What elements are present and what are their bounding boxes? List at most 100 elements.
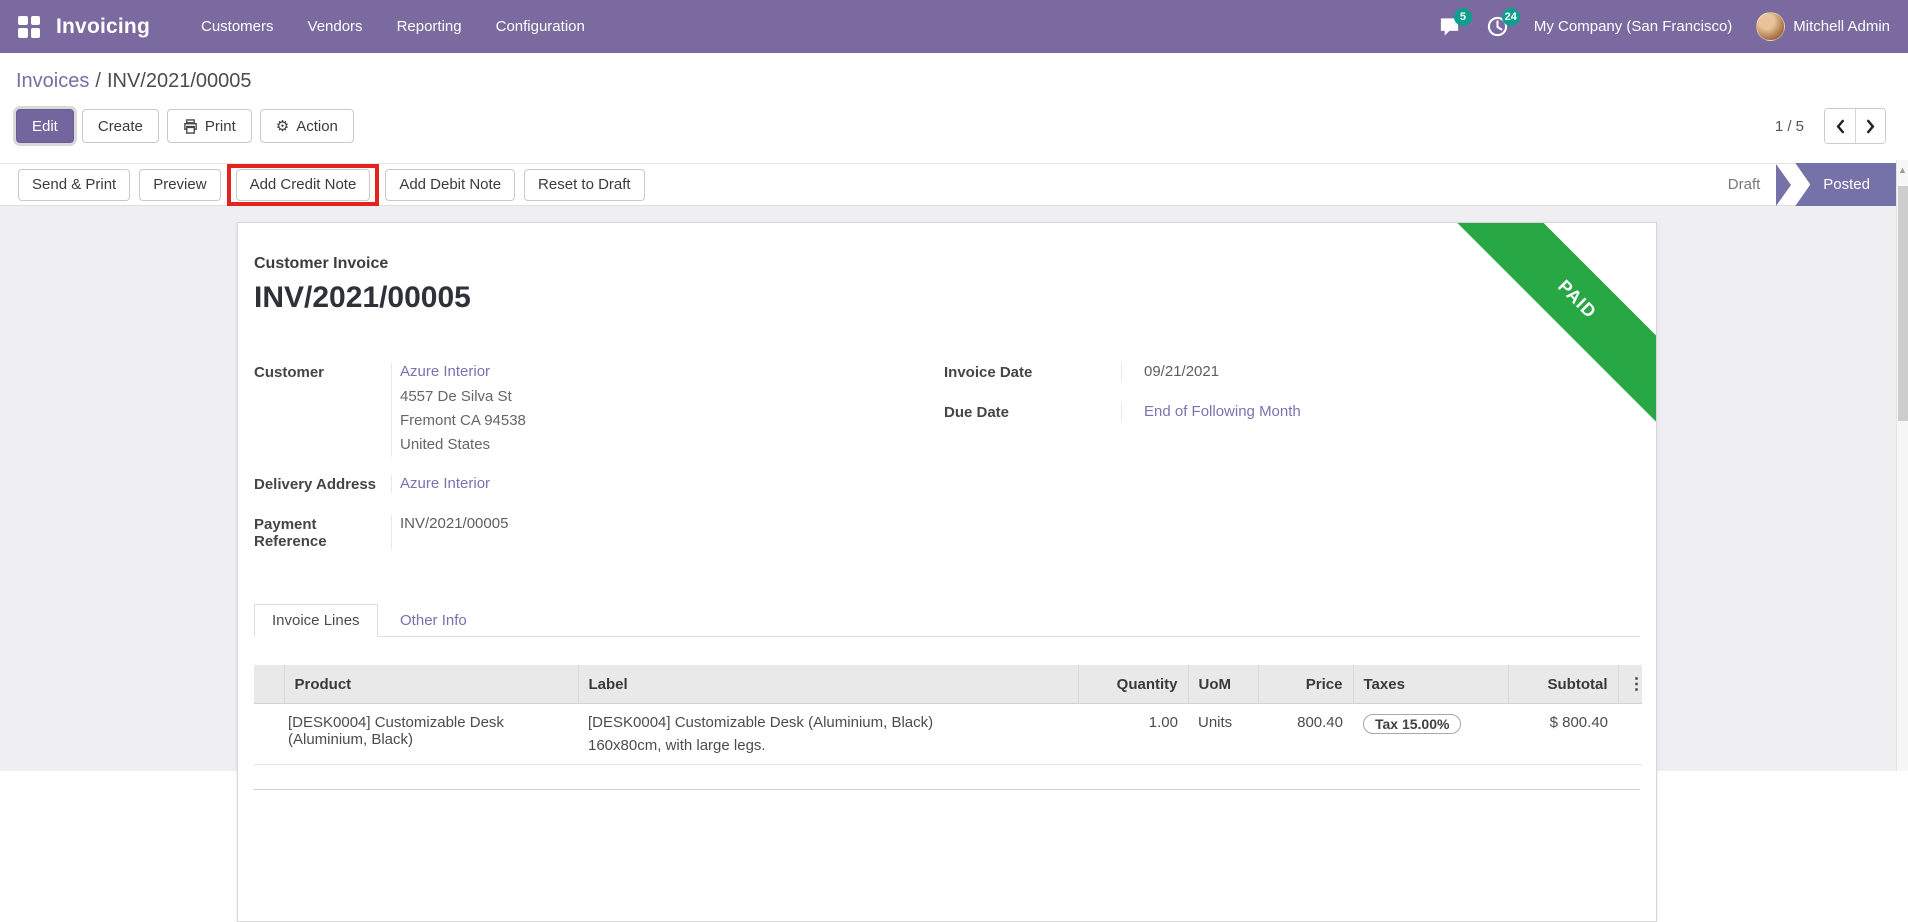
due-date-label: Due Date [944,403,1121,421]
statusbar: Send & Print Preview Add Credit Note Add… [0,163,1896,206]
payment-reference-value: INV/2021/00005 [391,515,944,550]
label-column-header[interactable]: Label [578,665,1078,704]
navbar-right: 5 24 My Company (San Francisco) Mitchell… [1438,12,1890,41]
payment-reference-field: Payment Reference INV/2021/00005 [254,515,944,550]
row-handle-cell [254,704,284,765]
scrollbar-thumb[interactable] [1898,186,1908,421]
invoice-date-value: 09/21/2021 [1121,363,1640,381]
gear-icon: ⚙ [276,117,289,135]
breadcrumb-current: INV/2021/00005 [107,70,252,92]
subtotal-column-header[interactable]: Subtotal [1508,665,1618,704]
invoice-sheet: PAID Customer Invoice INV/2021/00005 Cus… [237,222,1657,922]
nav-item-reporting[interactable]: Reporting [380,0,479,53]
taxes-column-header[interactable]: Taxes [1353,665,1508,704]
pager-count: 1 / 5 [1775,118,1804,135]
edit-button[interactable]: Edit [16,109,74,143]
app-name[interactable]: Invoicing [56,15,150,39]
scroll-up-icon[interactable]: ▲ [1897,160,1908,175]
delivery-address-field: Delivery Address Azure Interior [254,475,944,493]
print-button[interactable]: Print [167,109,252,143]
create-button[interactable]: Create [82,109,159,143]
delivery-address-link[interactable]: Azure Interior [400,475,490,492]
table-header-row: Product Label Quantity UoM Price Taxes S… [254,665,1642,704]
action-button[interactable]: ⚙ Action [260,109,354,143]
label-cell: [DESK0004] Customizable Desk (Aluminium,… [578,704,1078,765]
top-navbar: Invoicing Customers Vendors Reporting Co… [0,0,1908,53]
invoice-date-label: Invoice Date [944,363,1121,381]
messages-icon[interactable]: 5 [1438,15,1462,39]
fields-right-column: Invoice Date 09/21/2021 Due Date End of … [944,363,1640,568]
invoice-lines-table: Product Label Quantity UoM Price Taxes S… [254,665,1642,765]
red-annotation-box: Add Credit Note [227,164,380,206]
delivery-address-label: Delivery Address [254,475,391,493]
uom-cell: Units [1188,704,1258,765]
nav-item-customers[interactable]: Customers [184,0,291,53]
nav-menu: Customers Vendors Reporting Configuratio… [184,0,602,53]
notebook-tabs: Invoice Lines Other Info [254,604,1640,637]
invoice-fields: Customer Azure Interior 4557 De Silva St… [254,363,1640,568]
due-date-field: Due Date End of Following Month [944,403,1640,421]
chevron-left-icon [1835,119,1845,134]
customer-address: 4557 De Silva St Fremont CA 94538 United… [400,385,944,457]
taxes-cell: Tax 15.00% [1353,704,1508,765]
quantity-cell: 1.00 [1078,704,1188,765]
status-posted-badge[interactable]: Posted [1795,163,1896,206]
breadcrumb: Invoices/INV/2021/00005 [16,70,1890,93]
nav-item-vendors[interactable]: Vendors [291,0,380,53]
price-cell: 800.40 [1258,704,1353,765]
control-panel: Invoices/INV/2021/00005 Edit Create Prin… [0,53,1908,163]
pager-next-button[interactable] [1855,109,1885,143]
vertical-scrollbar[interactable]: ▲ [1896,160,1908,771]
customer-field: Customer Azure Interior 4557 De Silva St… [254,363,944,457]
section-divider [254,789,1640,790]
tab-invoice-lines[interactable]: Invoice Lines [254,604,378,637]
handle-column-header [254,665,284,704]
address-line: United States [400,433,944,457]
status-arrow-icon [1776,164,1791,206]
customer-label: Customer [254,363,391,457]
user-avatar [1756,12,1785,41]
pager: 1 / 5 [1775,108,1890,144]
tax-badge: Tax 15.00% [1363,714,1461,734]
breadcrumb-separator: / [89,70,107,92]
toolbar: Edit Create Print ⚙ Action 1 / 5 [16,108,1890,144]
product-column-header[interactable]: Product [284,665,578,704]
breadcrumb-invoices-link[interactable]: Invoices [16,70,89,92]
add-debit-note-button[interactable]: Add Debit Note [385,169,515,201]
quantity-column-header[interactable]: Quantity [1078,665,1188,704]
add-credit-note-button[interactable]: Add Credit Note [236,169,371,201]
send-print-button[interactable]: Send & Print [18,169,130,201]
invoice-line-row[interactable]: [DESK0004] Customizable Desk (Aluminium,… [254,704,1642,765]
company-switcher[interactable]: My Company (San Francisco) [1534,18,1732,35]
messages-badge: 5 [1454,8,1472,26]
address-line: 4557 De Silva St [400,385,944,409]
due-date-link[interactable]: End of Following Month [1144,403,1301,420]
optional-columns-icon[interactable]: ⋮ [1618,665,1642,704]
activities-icon[interactable]: 24 [1486,15,1510,39]
label-line-1: [DESK0004] Customizable Desk (Aluminium,… [588,714,1068,731]
customer-link[interactable]: Azure Interior [400,363,490,380]
pager-buttons [1824,108,1886,144]
print-label: Print [205,118,236,135]
document-type-label: Customer Invoice [254,255,1640,273]
price-column-header[interactable]: Price [1258,665,1353,704]
preview-button[interactable]: Preview [139,169,220,201]
label-line-2: 160x80cm, with large legs. [588,737,1068,754]
subtotal-cell: $ 800.40 [1508,704,1618,765]
invoice-date-field: Invoice Date 09/21/2021 [944,363,1640,381]
uom-column-header[interactable]: UoM [1188,665,1258,704]
user-name: Mitchell Admin [1793,18,1890,35]
fields-left-column: Customer Azure Interior 4557 De Silva St… [254,363,944,568]
status-draft[interactable]: Draft [1728,176,1761,193]
tab-other-info[interactable]: Other Info [382,604,485,637]
apps-menu-icon[interactable] [18,16,40,38]
payment-reference-label: Payment Reference [254,515,391,550]
status-widget: Draft Posted [1728,163,1896,206]
invoice-number: INV/2021/00005 [254,281,1640,315]
reset-to-draft-button[interactable]: Reset to Draft [524,169,645,201]
user-menu[interactable]: Mitchell Admin [1756,12,1890,41]
nav-item-configuration[interactable]: Configuration [479,0,602,53]
pager-previous-button[interactable] [1825,109,1855,143]
page-background: PAID Customer Invoice INV/2021/00005 Cus… [0,206,1908,771]
action-label: Action [296,118,338,135]
